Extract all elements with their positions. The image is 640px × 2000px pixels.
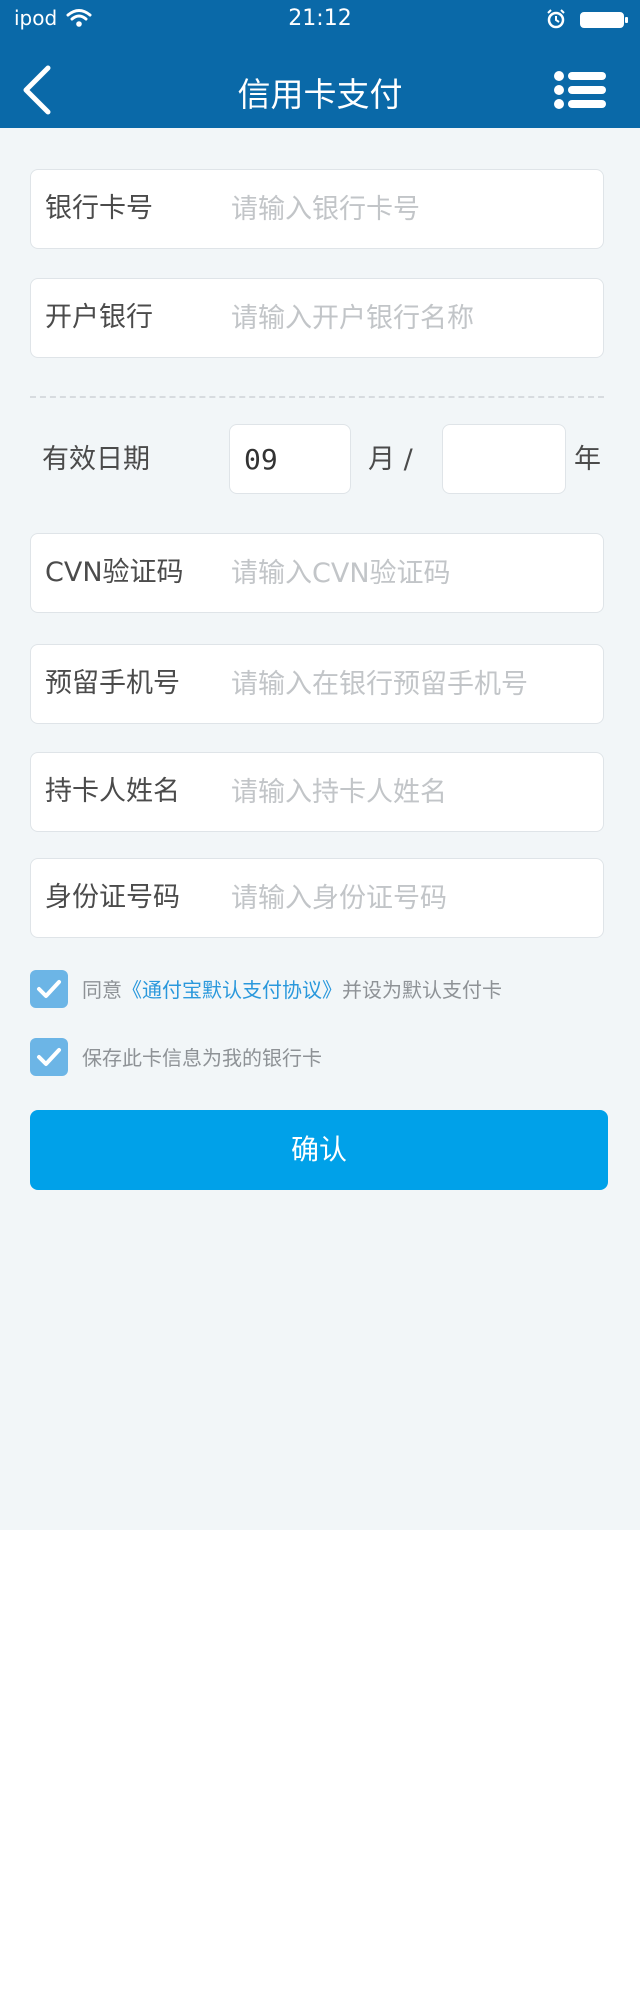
month-unit-label: 月 / <box>368 444 413 475</box>
agreement-checkbox[interactable] <box>30 970 68 1008</box>
bank-label: 开户银行 <box>45 302 153 333</box>
id-number-input[interactable] <box>231 859 591 937</box>
save-card-checkbox[interactable] <box>30 1038 68 1076</box>
alarm-clock-icon <box>546 9 566 33</box>
card-number-field: 银行卡号 <box>30 169 604 249</box>
expiry-year-input[interactable] <box>443 425 565 493</box>
expiry-year-field <box>442 424 566 494</box>
year-unit-label: 年 <box>574 444 601 475</box>
checkmark-icon <box>37 980 61 998</box>
bank-input[interactable] <box>231 279 591 357</box>
expiry-label: 有效日期 <box>42 444 150 475</box>
confirm-button[interactable]: 确认 <box>30 1110 608 1190</box>
card-number-label: 银行卡号 <box>45 193 153 224</box>
cvn-field: CVN验证码 <box>30 533 604 613</box>
phone-input[interactable] <box>231 645 591 723</box>
agreement-row: 同意《通付宝默认支付协议》并设为默认支付卡 <box>30 970 610 1010</box>
expiry-month-input[interactable] <box>230 425 350 493</box>
checkmark-icon <box>37 1048 61 1066</box>
menu-list-icon[interactable] <box>554 70 606 110</box>
card-number-input[interactable] <box>231 170 591 248</box>
cardholder-name-input[interactable] <box>231 753 591 831</box>
clock-time: 21:12 <box>288 6 352 31</box>
agreement-prefix: 同意 <box>82 978 122 1002</box>
cardholder-name-field: 持卡人姓名 <box>30 752 604 832</box>
bank-field: 开户银行 <box>30 278 604 358</box>
expiry-month-field <box>229 424 351 494</box>
status-bar: ipod 21:12 <box>0 0 640 40</box>
agreement-text: 同意《通付宝默认支付协议》并设为默认支付卡 <box>82 970 502 1010</box>
section-divider <box>30 396 604 398</box>
cardholder-name-label: 持卡人姓名 <box>45 776 180 807</box>
credit-card-payment-screen: ipod 21:12 信用卡支付 银行卡号 请输入银行卡号 开户银行 请输入开户… <box>0 0 640 1530</box>
agreement-suffix: 并设为默认支付卡 <box>342 978 502 1002</box>
cvn-label: CVN验证码 <box>45 557 184 588</box>
cvn-input[interactable] <box>231 534 591 612</box>
save-card-row: 保存此卡信息为我的银行卡 <box>30 1038 610 1078</box>
id-number-label: 身份证号码 <box>45 882 180 913</box>
battery-icon <box>580 12 628 28</box>
phone-label: 预留手机号 <box>45 668 180 699</box>
save-card-text: 保存此卡信息为我的银行卡 <box>82 1046 322 1070</box>
header-bar: ipod 21:12 信用卡支付 <box>0 0 640 128</box>
phone-field: 预留手机号 <box>30 644 604 724</box>
agreement-link[interactable]: 《通付宝默认支付协议》 <box>122 978 342 1002</box>
page-title: 信用卡支付 <box>237 75 403 114</box>
id-number-field: 身份证号码 <box>30 858 604 938</box>
